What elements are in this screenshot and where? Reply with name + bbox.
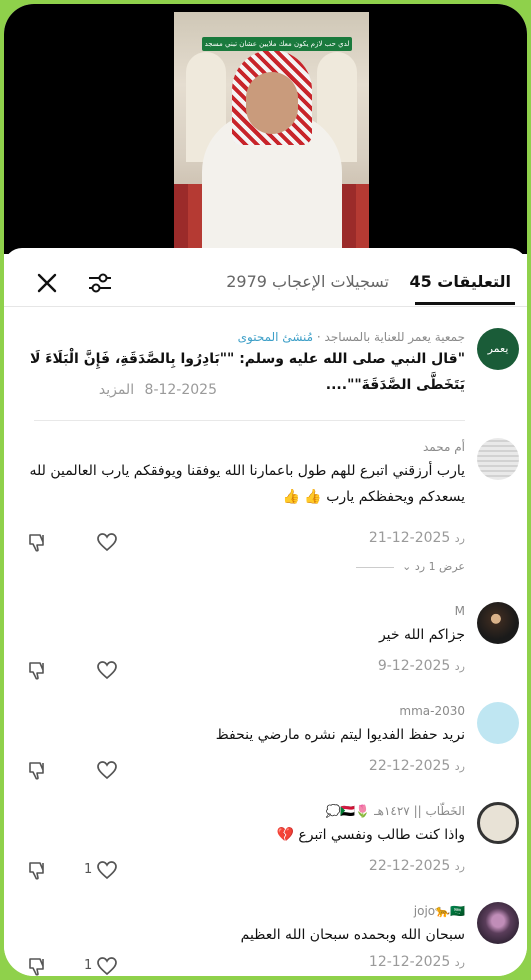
comment-item: الخَطّاب || ١٤٢٧هـ 🌷🇸🇩💭 واذا كنت طالب ون… <box>4 796 527 886</box>
comment-date: 2025-12-22 <box>368 858 451 874</box>
comment-date: 2025-12-22 <box>368 758 451 774</box>
comment-text: نريد حفظ الفديوا ليتم نشره مارضي ينحفظ <box>215 727 465 743</box>
creator-badge: مُنشئ المحتوى <box>237 330 314 344</box>
dislike-icon[interactable] <box>26 859 48 881</box>
like-count: 1 <box>84 958 93 973</box>
view-replies-button[interactable]: عرض 1 رد ⌄ <box>356 560 465 573</box>
video-thumbnail: لدي حب لازم يكون معك ملايين عشان تبني مس… <box>174 12 369 254</box>
phone-screen: لدي حب لازم يكون معك ملايين عشان تبني مس… <box>4 4 527 976</box>
comment-item: يعمر جمعية يعمر للعناية بالمساجد · مُنشئ… <box>4 322 527 414</box>
avatar[interactable] <box>477 702 519 744</box>
avatar[interactable] <box>477 802 519 844</box>
comment-item: mma-2030 نريد حفظ الفديوا ليتم نشره مارض… <box>4 696 527 786</box>
comment-meta: رد 2025-12-12 <box>359 954 465 970</box>
filter-icon[interactable] <box>86 270 114 296</box>
heart-icon[interactable] <box>96 532 118 552</box>
comments-sheet: التعليقات 45 تسجيلات الإعجاب 2979 يعمر ج… <box>4 248 527 976</box>
reply-button[interactable]: رد <box>455 660 465 673</box>
reply-button[interactable]: رد <box>455 956 465 969</box>
dislike-icon[interactable] <box>26 759 48 781</box>
avatar[interactable] <box>477 902 519 944</box>
more-link[interactable]: المزيد <box>99 382 134 398</box>
reply-button[interactable]: رد <box>455 760 465 773</box>
comment-meta: رد 2025-12-21 <box>359 530 465 546</box>
author-name: جمعية يعمر للعناية بالمساجد <box>324 330 465 344</box>
like-count: 1 <box>84 862 93 877</box>
avatar[interactable] <box>477 602 519 644</box>
comment-author[interactable]: أم محمد <box>423 440 465 454</box>
comment-text: جزاكم الله خير <box>378 627 465 643</box>
heart-icon[interactable] <box>96 956 118 976</box>
comment-meta: 8-12-2025 المزيد <box>99 382 217 398</box>
comment-text: سبحان الله وبحمده سبحان الله العظيم <box>240 927 465 943</box>
comment-text: يارب أرزقني اتبرع للهم طول باعمارنا الله… <box>29 463 465 505</box>
divider <box>34 420 465 421</box>
comment-author[interactable]: الخَطّاب || ١٤٢٧هـ 🌷🇸🇩💭 <box>325 804 465 818</box>
video-caption: لدي حب لازم يكون معك ملايين عشان تبني مس… <box>202 37 352 51</box>
comment-date: 2025-12-12 <box>368 954 451 970</box>
comment-author[interactable]: jojo🐆🇸🇦 <box>414 904 465 918</box>
comment-meta: رد 2025-12-9 <box>368 658 465 674</box>
dislike-icon[interactable] <box>26 659 48 681</box>
comment-text: "قال النبي صلى الله عليه وسلم: ""بَادِرُ… <box>30 351 465 393</box>
heart-icon[interactable] <box>96 760 118 780</box>
comment-item: M جزاكم الله خير رد 2025-12-9 <box>4 596 527 686</box>
tab-comments[interactable]: التعليقات 45 <box>409 272 511 291</box>
tab-likes[interactable]: تسجيلات الإعجاب 2979 <box>226 272 389 291</box>
avatar[interactable] <box>477 438 519 480</box>
dislike-icon[interactable] <box>26 531 48 553</box>
reply-button[interactable]: رد <box>455 860 465 873</box>
comment-meta: رد 2025-12-22 <box>359 758 465 774</box>
view-replies-label: عرض 1 رد <box>414 560 465 573</box>
avatar[interactable]: يعمر <box>477 328 519 370</box>
comment-item: jojo🐆🇸🇦 سبحان الله وبحمده سبحان الله الع… <box>4 896 527 976</box>
comment-item: أم محمد يارب أرزقني اتبرع للهم طول باعما… <box>4 432 527 582</box>
comment-author[interactable]: جمعية يعمر للعناية بالمساجد · مُنشئ المح… <box>238 330 465 344</box>
active-tab-indicator <box>415 302 515 305</box>
dislike-icon[interactable] <box>26 955 48 976</box>
heart-icon[interactable] <box>96 860 118 880</box>
video-player[interactable]: لدي حب لازم يكون معك ملايين عشان تبني مس… <box>4 4 527 254</box>
comment-date: 2025-12-21 <box>368 530 451 546</box>
reply-button[interactable]: رد <box>455 532 465 545</box>
comment-text: واذا كنت طالب ونفسي اتبرع 💔 <box>276 827 465 843</box>
close-icon[interactable] <box>34 270 60 296</box>
comment-author[interactable]: M <box>455 604 465 618</box>
comment-date: 2025-12-9 <box>377 658 451 674</box>
comment-author[interactable]: mma-2030 <box>399 704 465 718</box>
tab-bar: التعليقات 45 تسجيلات الإعجاب 2979 <box>4 248 527 307</box>
heart-icon[interactable] <box>96 660 118 680</box>
comment-meta: رد 2025-12-22 <box>359 858 465 874</box>
comment-date: 8-12-2025 <box>144 382 217 398</box>
